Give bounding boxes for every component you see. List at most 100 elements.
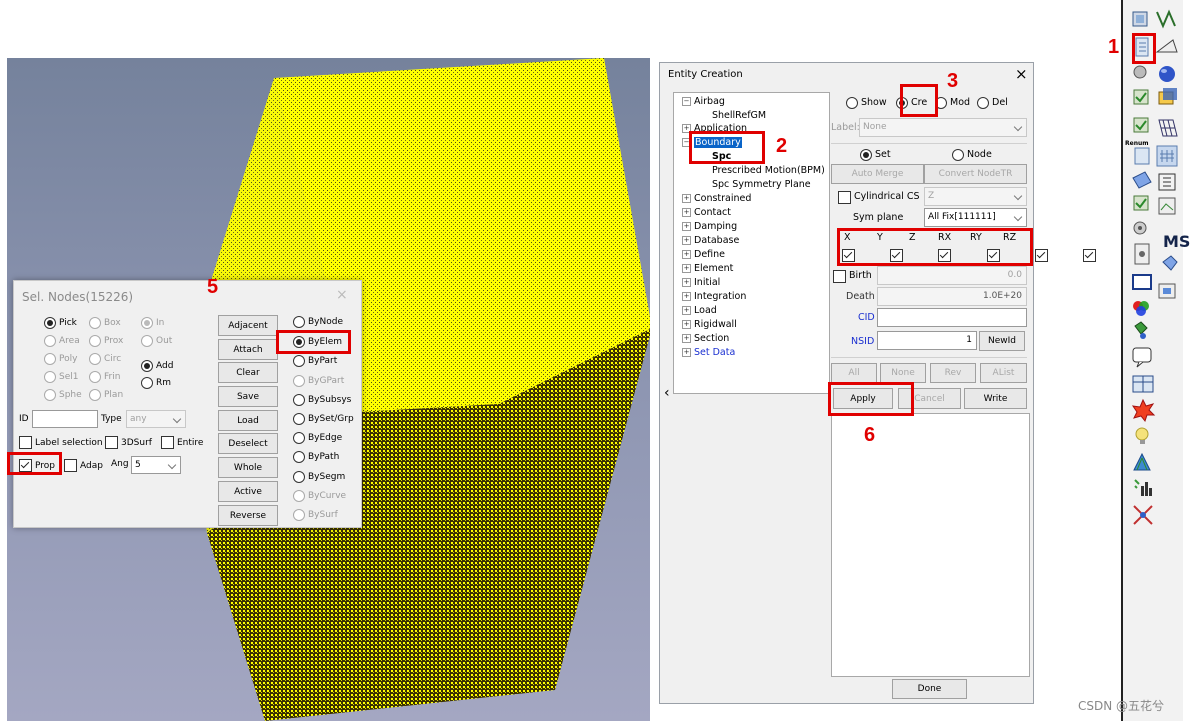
expand-icon[interactable]: +: [682, 306, 691, 315]
by-segm-radio[interactable]: BySegm: [293, 471, 345, 483]
newid-button[interactable]: NewId: [979, 331, 1025, 351]
cylindrical-cs-checkbox[interactable]: Cylindrical CS: [838, 191, 920, 204]
by-part-radio[interactable]: ByPart: [293, 355, 337, 367]
set-radio[interactable]: Set: [860, 149, 891, 161]
opt-circ[interactable]: Circ: [89, 353, 121, 365]
radio-icon: [89, 389, 101, 401]
opt-plan[interactable]: Plan: [89, 389, 123, 401]
active-button[interactable]: Active: [218, 481, 278, 502]
opt-out[interactable]: Out: [141, 335, 172, 347]
tree-item-spc-symmetry-plane[interactable]: Spc Symmetry Plane: [712, 179, 811, 190]
sym-plane-select[interactable]: All Fix[111111]: [924, 208, 1027, 227]
tree-item-load[interactable]: + Load: [682, 305, 717, 316]
expand-icon[interactable]: +: [682, 194, 691, 203]
attach-button[interactable]: Attach: [218, 339, 278, 360]
mode-show-radio[interactable]: Show: [846, 97, 887, 109]
close-icon[interactable]: ×: [1015, 65, 1028, 83]
rev-button[interactable]: Rev: [930, 363, 976, 383]
collapse-icon[interactable]: −: [682, 97, 691, 106]
reverse-button[interactable]: Reverse: [218, 505, 278, 526]
type-select[interactable]: any: [126, 410, 186, 428]
none-button[interactable]: None: [880, 363, 926, 383]
label-selection-checkbox[interactable]: Label selection: [19, 436, 103, 449]
alist-button[interactable]: AList: [980, 363, 1027, 383]
annotation-box-6: [828, 382, 914, 416]
adjacent-button[interactable]: Adjacent: [218, 315, 278, 336]
tree-item-prescribed-motion[interactable]: Prescribed Motion(BPM): [712, 165, 825, 176]
tree-item-set-data[interactable]: + Set Data: [682, 347, 735, 358]
node-radio[interactable]: Node: [952, 149, 992, 161]
expand-icon[interactable]: +: [682, 348, 691, 357]
by-subsys-radio[interactable]: BySubsys: [293, 394, 351, 406]
tree-item-airbag[interactable]: − Airbag: [682, 96, 725, 107]
tree-item-define[interactable]: + Define: [682, 249, 725, 260]
tree-item-element[interactable]: + Element: [682, 263, 733, 274]
expand-icon[interactable]: +: [682, 320, 691, 329]
by-edge-radio[interactable]: ByEdge: [293, 432, 342, 444]
expand-icon[interactable]: +: [682, 222, 691, 231]
tree-item-integration[interactable]: + Integration: [682, 291, 746, 302]
opt-in[interactable]: In: [141, 317, 164, 329]
opt-box[interactable]: Box: [89, 317, 121, 329]
opt-poly[interactable]: Poly: [44, 353, 77, 365]
expand-icon[interactable]: +: [682, 264, 691, 273]
birth-input[interactable]: 0.0: [877, 266, 1027, 285]
by-curve-radio[interactable]: ByCurve: [293, 490, 346, 502]
dof-ry-checkbox[interactable]: [1034, 249, 1048, 262]
opt-sel1[interactable]: Sel1: [44, 371, 78, 383]
opt-frin[interactable]: Frin: [89, 371, 120, 383]
adap-checkbox[interactable]: Adap: [64, 459, 103, 472]
3dsurf-checkbox[interactable]: 3DSurf: [105, 436, 152, 449]
tree-item-damping[interactable]: + Damping: [682, 221, 737, 232]
all-button[interactable]: All: [831, 363, 877, 383]
convert-nodetr-button[interactable]: Convert NodeTR: [924, 164, 1027, 184]
entire-checkbox[interactable]: Entire: [161, 436, 203, 449]
by-surf-radio[interactable]: BySurf: [293, 509, 338, 521]
tree-item-section[interactable]: + Section: [682, 333, 729, 344]
nsid-input[interactable]: 1: [877, 331, 977, 350]
whole-button[interactable]: Whole: [218, 457, 278, 478]
death-input[interactable]: 1.0E+20: [877, 287, 1027, 306]
opt-add[interactable]: Add: [141, 360, 173, 372]
mode-del-radio[interactable]: Del: [977, 97, 1008, 109]
result-list[interactable]: [831, 413, 1030, 677]
write-button[interactable]: Write: [964, 388, 1027, 409]
ms-label[interactable]: MS: [1163, 232, 1190, 251]
expand-icon[interactable]: +: [682, 208, 691, 217]
expand-icon[interactable]: +: [682, 334, 691, 343]
id-input[interactable]: [32, 410, 98, 428]
save-button[interactable]: Save: [218, 386, 278, 407]
label-select[interactable]: None: [859, 118, 1027, 137]
birth-checkbox[interactable]: Birth: [833, 270, 872, 283]
tree-item-initial[interactable]: + Initial: [682, 277, 720, 288]
expand-icon[interactable]: +: [682, 278, 691, 287]
opt-sphe[interactable]: Sphe: [44, 389, 82, 401]
dof-rz-checkbox[interactable]: [1082, 249, 1096, 262]
close-icon[interactable]: ×: [336, 287, 348, 303]
ang-select[interactable]: 5: [131, 456, 181, 474]
opt-pick[interactable]: Pick: [44, 317, 77, 329]
cylindrical-axis-select[interactable]: Z: [924, 187, 1027, 206]
tree-item-database[interactable]: + Database: [682, 235, 739, 246]
by-path-radio[interactable]: ByPath: [293, 451, 339, 463]
by-node-radio[interactable]: ByNode: [293, 316, 343, 328]
auto-merge-button[interactable]: Auto Merge: [831, 164, 924, 184]
expand-icon[interactable]: +: [682, 250, 691, 259]
opt-area[interactable]: Area: [44, 335, 80, 347]
opt-rm[interactable]: Rm: [141, 377, 171, 389]
by-gpart-radio[interactable]: ByGPart: [293, 375, 344, 387]
done-button[interactable]: Done: [892, 679, 967, 699]
load-button[interactable]: Load: [218, 410, 278, 431]
tree-item-constrained[interactable]: + Constrained: [682, 193, 751, 204]
tree-item-rigidwall[interactable]: + Rigidwall: [682, 319, 737, 330]
collapse-panel-arrow[interactable]: ‹: [664, 385, 670, 401]
tree-item-contact[interactable]: + Contact: [682, 207, 731, 218]
deselect-button[interactable]: Deselect: [218, 433, 278, 454]
cid-input[interactable]: [877, 308, 1027, 327]
tree-item-shellrefgm[interactable]: ShellRefGM: [712, 110, 766, 121]
opt-prox[interactable]: Prox: [89, 335, 123, 347]
expand-icon[interactable]: +: [682, 292, 691, 301]
expand-icon[interactable]: +: [682, 236, 691, 245]
clear-button[interactable]: Clear: [218, 362, 278, 383]
by-setgrp-radio[interactable]: BySet/Grp: [293, 413, 354, 425]
